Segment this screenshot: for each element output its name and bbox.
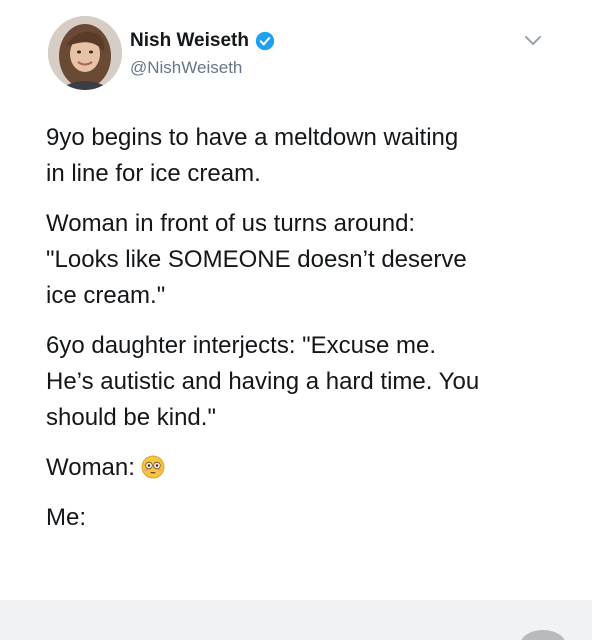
tweet-paragraph: Me: (46, 500, 566, 536)
chevron-down-icon[interactable] (524, 34, 542, 46)
tweet-line-with-emoji: Woman: (46, 450, 566, 486)
author-name-row: Nish Weiseth (130, 30, 275, 52)
tweet-line: Woman: (46, 454, 135, 481)
author-handle[interactable]: @NishWeiseth (130, 58, 242, 78)
tweet-line: Woman in front of us turns around: (46, 210, 416, 237)
tweet-line: 9yo begins to have a meltdown waiting (46, 124, 459, 151)
tweet-line: ice cream." (46, 282, 166, 309)
tweet-line: "Looks like SOMEONE doesn’t deserve (46, 246, 467, 273)
tweet-body: 9yo begins to have a meltdown waiting in… (46, 120, 566, 550)
verified-badge-icon (255, 31, 275, 51)
tweet-card: Nish Weiseth @NishWeiseth 9yo begins to … (0, 0, 592, 640)
tweet-line: Me: (46, 504, 87, 531)
flushed-face-emoji (141, 455, 165, 479)
avatar-photo (48, 16, 122, 90)
avatar[interactable] (48, 16, 122, 90)
tweet-line: in line for ice cream. (46, 160, 261, 187)
tweet-paragraph: 9yo begins to have a meltdown waiting in… (46, 120, 566, 192)
tweet-line: should be kind." (46, 404, 216, 431)
tweet-paragraph: Woman in front of us turns around: "Look… (46, 206, 566, 314)
tweet-paragraph: 6yo daughter interjects: "Excuse me. He’… (46, 328, 566, 436)
tweet-paragraph: Woman: (46, 450, 566, 486)
tweet-line: 6yo daughter interjects: "Excuse me. (46, 332, 437, 359)
bottom-strip (0, 600, 592, 640)
tweet-line: He’s autistic and having a hard time. Yo… (46, 368, 480, 395)
author-display-name[interactable]: Nish Weiseth (130, 30, 249, 52)
